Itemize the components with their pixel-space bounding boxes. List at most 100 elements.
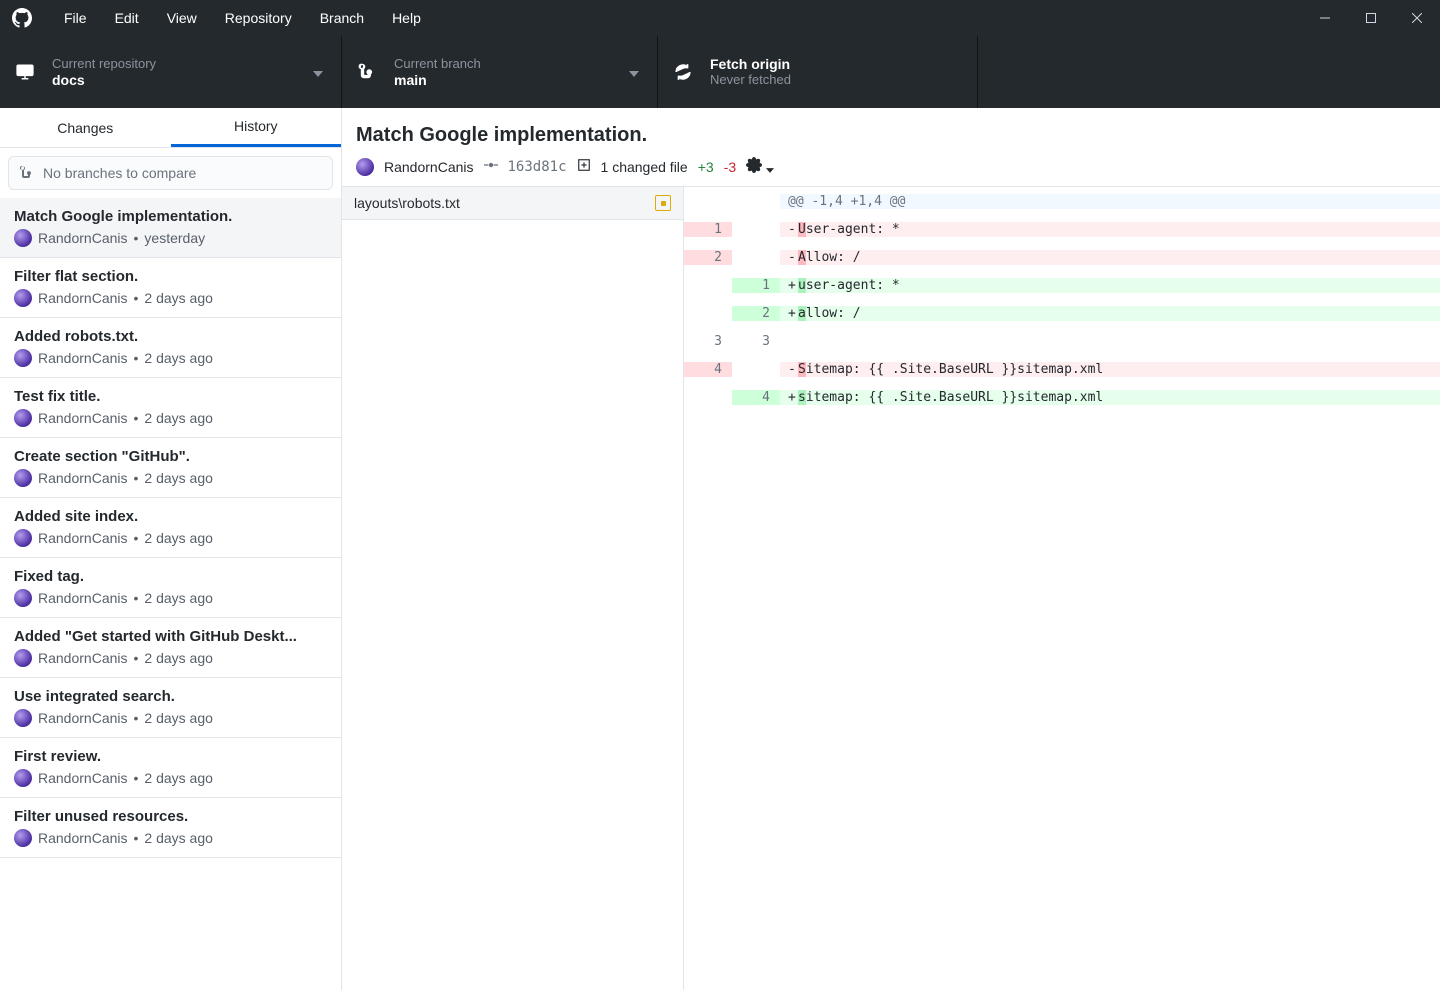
menu-view[interactable]: View: [153, 0, 211, 36]
commit-item-author: RandornCanis: [38, 590, 128, 606]
commit-item-time: 2 days ago: [144, 770, 213, 786]
fetch-status: Never fetched: [710, 72, 791, 87]
branch-compare-placeholder: No branches to compare: [43, 165, 196, 181]
commit-item-time: 2 days ago: [144, 530, 213, 546]
diff-line: 1+user-agent: *: [684, 271, 1440, 299]
commit-item-title: Match Google implementation.: [14, 208, 327, 225]
window-controls: [1302, 0, 1440, 36]
menu-file[interactable]: File: [50, 0, 101, 36]
commit-item-time: 2 days ago: [144, 470, 213, 486]
close-button[interactable]: [1394, 0, 1440, 36]
additions: +3: [698, 159, 714, 175]
sidebar: Changes History No branches to compare M…: [0, 108, 342, 990]
commit-item-title: First review.: [14, 748, 327, 765]
repo-selector[interactable]: Current repository docs: [0, 36, 342, 108]
commit-item[interactable]: Match Google implementation. RandornCanis…: [0, 198, 341, 258]
avatar: [14, 289, 32, 307]
commit-item-time: 2 days ago: [144, 830, 213, 846]
commit-item-author: RandornCanis: [38, 350, 128, 366]
diff-line: 33: [684, 327, 1440, 355]
commit-item-title: Filter unused resources.: [14, 808, 327, 825]
github-logo-icon: [12, 8, 32, 28]
menu-branch[interactable]: Branch: [306, 0, 378, 36]
branch-compare-select[interactable]: No branches to compare: [8, 156, 333, 190]
commit-item-author: RandornCanis: [38, 290, 128, 306]
diff-line: 2-Allow: /: [684, 243, 1440, 271]
branch-icon: [358, 63, 376, 81]
commit-item-author: RandornCanis: [38, 470, 128, 486]
commit-item[interactable]: Filter unused resources.RandornCanis•2 d…: [0, 798, 341, 858]
avatar: [14, 529, 32, 547]
commit-item-author: RandornCanis: [38, 770, 128, 786]
avatar: [14, 709, 32, 727]
toolbar: Current repository docs Current branch m…: [0, 36, 1440, 108]
avatar: [14, 649, 32, 667]
commit-item-author: RandornCanis: [38, 530, 128, 546]
modified-icon: [655, 195, 671, 211]
avatar: [14, 229, 32, 247]
commit-item-title: Added robots.txt.: [14, 328, 327, 345]
commit-title: Match Google implementation.: [356, 124, 1426, 147]
tab-history[interactable]: History: [171, 108, 342, 147]
avatar: [14, 469, 32, 487]
branch-label: Current branch: [394, 56, 481, 71]
commit-item[interactable]: Create section "GitHub".RandornCanis•2 d…: [0, 438, 341, 498]
fetch-button[interactable]: Fetch origin Never fetched: [658, 36, 978, 108]
avatar: [14, 349, 32, 367]
diff-view[interactable]: @@ -1,4 +1,4 @@1-User-agent: *2-Allow: /…: [684, 187, 1440, 990]
avatar: [14, 829, 32, 847]
avatar: [14, 409, 32, 427]
diff-line: @@ -1,4 +1,4 @@: [684, 187, 1440, 215]
branch-name: main: [394, 72, 481, 88]
commit-item[interactable]: Added "Get started with GitHub Deskt...R…: [0, 618, 341, 678]
commit-item[interactable]: First review.RandornCanis•2 days ago: [0, 738, 341, 798]
commit-item-title: Filter flat section.: [14, 268, 327, 285]
commit-item-title: Test fix title.: [14, 388, 327, 405]
commit-item-title: Added "Get started with GitHub Deskt...: [14, 628, 327, 645]
diff-line: 2+allow: /: [684, 299, 1440, 327]
menu-edit[interactable]: Edit: [101, 0, 153, 36]
sync-icon: [674, 63, 692, 81]
fetch-label: Fetch origin: [710, 56, 791, 72]
branch-selector[interactable]: Current branch main: [342, 36, 658, 108]
commit-item[interactable]: Added site index.RandornCanis•2 days ago: [0, 498, 341, 558]
commit-item-title: Fixed tag.: [14, 568, 327, 585]
commit-item-time: 2 days ago: [144, 710, 213, 726]
branch-icon: [19, 165, 35, 181]
changed-files-list: layouts\robots.txt: [342, 187, 684, 990]
menu-help[interactable]: Help: [378, 0, 435, 36]
commit-item-title: Create section "GitHub".: [14, 448, 327, 465]
commit-author: RandornCanis: [384, 159, 474, 175]
commit-item[interactable]: Filter flat section.RandornCanis•2 days …: [0, 258, 341, 318]
deletions: -3: [724, 159, 736, 175]
commit-item-author: RandornCanis: [38, 410, 128, 426]
commit-item-time: 2 days ago: [144, 650, 213, 666]
commit-item-time: 2 days ago: [144, 410, 213, 426]
commit-item-author: RandornCanis: [38, 830, 128, 846]
commit-item-time: 2 days ago: [144, 290, 213, 306]
commit-item-author: RandornCanis: [38, 230, 128, 246]
commit-detail: Match Google implementation. RandornCani…: [342, 108, 1440, 990]
desktop-icon: [16, 63, 34, 81]
menu-repository[interactable]: Repository: [211, 0, 306, 36]
sidebar-tabs: Changes History: [0, 108, 341, 148]
file-name: layouts\robots.txt: [354, 195, 655, 211]
minimize-button[interactable]: [1302, 0, 1348, 36]
chevron-down-icon: [313, 64, 323, 80]
commit-list[interactable]: Match Google implementation. RandornCanis…: [0, 198, 341, 990]
commit-item[interactable]: Added robots.txt.RandornCanis•2 days ago: [0, 318, 341, 378]
diff-options-button[interactable]: [746, 157, 774, 176]
avatar: [14, 589, 32, 607]
diff-line: 4+sitemap: {{ .Site.BaseURL }}sitemap.xm…: [684, 383, 1440, 411]
maximize-button[interactable]: [1348, 0, 1394, 36]
commit-item[interactable]: Use integrated search.RandornCanis•2 day…: [0, 678, 341, 738]
changed-file[interactable]: layouts\robots.txt: [342, 187, 683, 220]
commit-item-author: RandornCanis: [38, 710, 128, 726]
title-bar: FileEditViewRepositoryBranchHelp: [0, 0, 1440, 36]
tab-changes[interactable]: Changes: [0, 108, 171, 147]
commit-item[interactable]: Test fix title.RandornCanis•2 days ago: [0, 378, 341, 438]
diff-line: 4-Sitemap: {{ .Site.BaseURL }}sitemap.xm…: [684, 355, 1440, 383]
diff-line: 1-User-agent: *: [684, 215, 1440, 243]
repo-name: docs: [52, 72, 156, 88]
commit-item[interactable]: Fixed tag.RandornCanis•2 days ago: [0, 558, 341, 618]
